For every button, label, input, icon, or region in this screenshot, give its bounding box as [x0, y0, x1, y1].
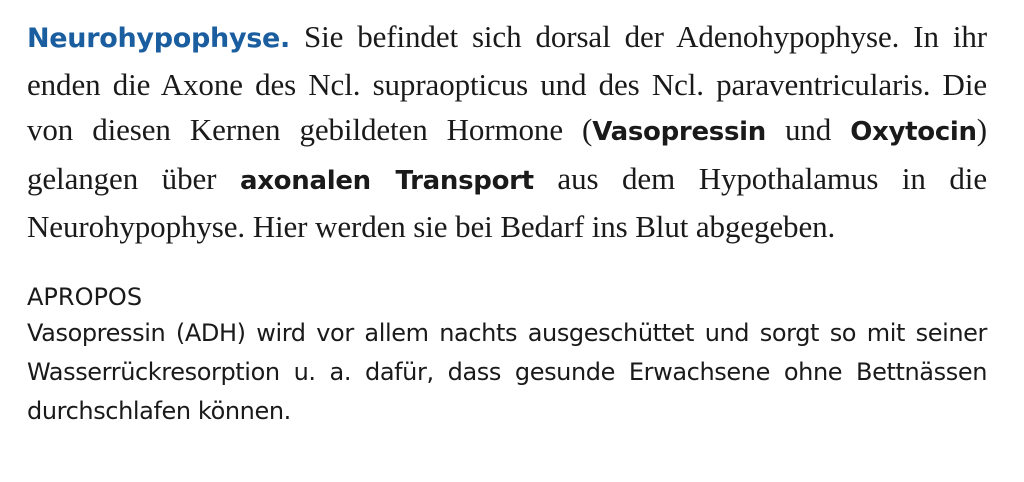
term-vasopressin: Vaso­pressin [592, 117, 766, 147]
apropos-box: APROPOS Vasopressin (ADH) wird vor allem… [27, 280, 987, 431]
term-axonal-transport: axonalen Transport [239, 165, 534, 196]
paragraph-text-2: und [765, 112, 851, 147]
apropos-title: APROPOS [27, 282, 143, 311]
neurohypophyse-paragraph: Neurohypophyse. Sie befindet sich dorsal… [27, 14, 987, 250]
term-oxytocin: Oxytocin [850, 117, 977, 147]
apropos-text: Vasopressin (ADH) wird vor allem nachts … [27, 318, 987, 425]
section-heading: Neurohypophyse. [27, 23, 290, 54]
document-page: Neurohypophyse. Sie befindet sich dorsal… [27, 14, 987, 431]
